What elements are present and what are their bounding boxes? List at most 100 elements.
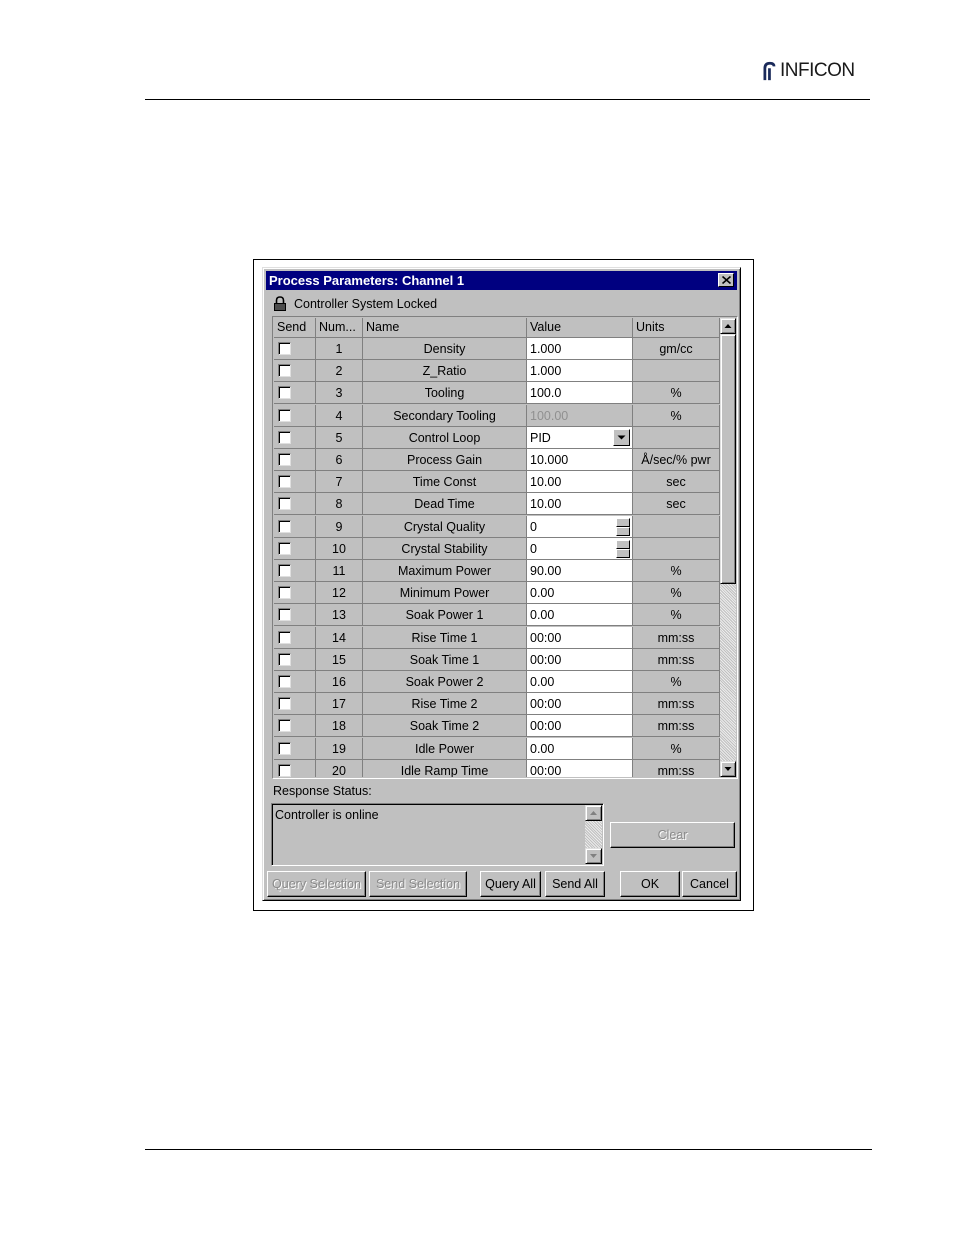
value-cell[interactable]: 00:00 — [527, 626, 633, 649]
value-text[interactable]: 0 — [530, 520, 537, 534]
value-text[interactable]: 00:00 — [530, 631, 561, 645]
value-cell[interactable]: 1.000 — [527, 360, 633, 383]
value-cell[interactable]: 0.00 — [527, 671, 633, 693]
column-header-name[interactable]: Name — [363, 318, 527, 338]
value-cell[interactable]: 00:00 — [527, 759, 633, 777]
table-row[interactable]: 9 Crystal Quality 0 — [274, 515, 720, 538]
clear-button[interactable]: Clear — [610, 822, 735, 848]
send-checkbox[interactable] — [278, 408, 291, 422]
value-cell[interactable]: 10.00 — [527, 471, 633, 494]
value-cell[interactable]: 0 — [527, 515, 633, 538]
table-row[interactable]: 15 Soak Time 1 00:00 mm:ss — [274, 648, 720, 671]
value-text[interactable]: 100.00 — [530, 409, 568, 423]
table-row[interactable]: 4 Secondary Tooling 100.00% — [274, 404, 720, 427]
value-text[interactable]: 90.00 — [530, 564, 561, 578]
value-text[interactable]: 0.00 — [530, 586, 554, 600]
spin-control[interactable] — [616, 517, 630, 536]
send-checkbox[interactable] — [278, 564, 291, 577]
value-cell[interactable]: 00:00 — [527, 648, 633, 671]
dropdown-button[interactable] — [613, 428, 630, 446]
spin-down-button[interactable] — [616, 548, 630, 558]
value-text[interactable]: 100.0 — [530, 386, 561, 400]
send-checkbox[interactable] — [278, 608, 291, 622]
table-row[interactable]: 14 Rise Time 1 00:00 mm:ss — [274, 626, 720, 649]
value-cell[interactable]: 1.000 — [527, 338, 633, 360]
ok-button[interactable]: OK — [620, 871, 680, 897]
value-text[interactable]: 1.000 — [530, 364, 561, 378]
column-header-num[interactable]: Num... — [316, 318, 363, 338]
table-row[interactable]: 6 Process Gain 10.000 Å/sec/% pwr — [274, 449, 720, 471]
value-text[interactable]: 10.00 — [530, 475, 561, 489]
table-row[interactable]: 1 Density 1.000 gm/cc — [274, 338, 720, 360]
spin-up-button[interactable] — [616, 539, 630, 554]
send-checkbox[interactable] — [278, 741, 291, 755]
column-header-value[interactable]: Value — [527, 318, 633, 338]
send-checkbox[interactable] — [278, 497, 291, 511]
table-row[interactable]: 3 Tooling 100.0% — [274, 382, 720, 405]
value-text[interactable]: 1.000 — [530, 342, 561, 356]
send-checkbox[interactable] — [278, 342, 291, 355]
scroll-thumb[interactable] — [720, 334, 736, 584]
send-selection-button[interactable]: Send Selection — [369, 871, 467, 897]
value-text[interactable]: 00:00 — [530, 697, 561, 711]
value-cell[interactable]: 0.00 — [527, 582, 633, 605]
value-text[interactable]: 00:00 — [530, 764, 561, 777]
table-row[interactable]: 10 Crystal Stability 0 — [274, 537, 720, 560]
table-row[interactable]: 2 Z_Ratio 1.000 — [274, 360, 720, 383]
value-cell[interactable]: 0 — [527, 537, 633, 560]
value-cell[interactable]: 10.00 — [527, 493, 633, 516]
send-checkbox[interactable] — [278, 652, 291, 666]
query-selection-button[interactable]: Query Selection — [267, 871, 366, 897]
send-checkbox[interactable] — [278, 475, 291, 489]
table-row[interactable]: 18 Soak Time 2 00:00 mm:ss — [274, 715, 720, 738]
value-cell[interactable]: 100.0 — [527, 382, 633, 405]
value-text[interactable]: 0 — [530, 542, 537, 556]
value-cell[interactable]: 90.00 — [527, 560, 633, 582]
spin-down-button[interactable] — [616, 526, 630, 536]
table-row[interactable]: 13 Soak Power 1 0.00% — [274, 604, 720, 627]
column-header-send[interactable]: Send — [274, 318, 316, 338]
value-cell[interactable]: PID — [527, 426, 633, 449]
send-checkbox[interactable] — [278, 675, 291, 688]
table-row[interactable]: 12 Minimum Power 0.00% — [274, 582, 720, 605]
send-checkbox[interactable] — [278, 453, 291, 466]
close-button[interactable] — [718, 273, 734, 287]
value-cell[interactable]: 00:00 — [527, 693, 633, 716]
send-checkbox[interactable] — [278, 586, 291, 600]
spin-up-button[interactable] — [616, 517, 630, 532]
response-status-box[interactable]: Controller is online — [271, 803, 604, 866]
table-row[interactable]: 20 Idle Ramp Time 00:00 mm:ss — [274, 759, 720, 777]
send-checkbox[interactable] — [278, 719, 291, 733]
response-scroll-up-button[interactable] — [585, 805, 602, 821]
response-scrollbar[interactable] — [585, 805, 602, 864]
value-text[interactable]: 00:00 — [530, 719, 561, 733]
send-all-button[interactable]: Send All — [545, 871, 605, 897]
spin-control[interactable] — [616, 539, 630, 558]
scroll-up-button[interactable] — [720, 318, 736, 334]
value-cell[interactable]: 00:00 — [527, 715, 633, 738]
send-checkbox[interactable] — [278, 697, 291, 711]
value-text[interactable]: 10.000 — [530, 453, 568, 467]
dialog-titlebar[interactable]: Process Parameters: Channel 1 — [266, 271, 737, 290]
value-text[interactable]: PID — [530, 431, 551, 445]
table-row[interactable]: 5 Control Loop PID — [274, 426, 720, 449]
response-scroll-down-button[interactable] — [585, 848, 602, 864]
cancel-button[interactable]: Cancel — [682, 871, 737, 897]
value-text[interactable]: 00:00 — [530, 653, 561, 667]
send-checkbox[interactable] — [278, 541, 291, 555]
value-cell[interactable]: 10.000 — [527, 449, 633, 471]
table-row[interactable]: 7 Time Const 10.00 sec — [274, 471, 720, 494]
value-text[interactable]: 0.00 — [530, 742, 554, 756]
scroll-down-button[interactable] — [720, 761, 736, 777]
send-checkbox[interactable] — [278, 519, 291, 533]
value-text[interactable]: 0.00 — [530, 675, 554, 689]
table-row[interactable]: 17 Rise Time 2 00:00 mm:ss — [274, 693, 720, 716]
grid-vertical-scrollbar[interactable] — [720, 318, 736, 777]
table-row[interactable]: 11 Maximum Power 90.00% — [274, 560, 720, 582]
send-checkbox[interactable] — [278, 386, 291, 400]
send-checkbox[interactable] — [278, 763, 291, 777]
send-checkbox[interactable] — [278, 364, 291, 378]
value-cell[interactable]: 0.00 — [527, 737, 633, 760]
table-row[interactable]: 8 Dead Time 10.00 sec — [274, 493, 720, 516]
value-text[interactable]: 0.00 — [530, 608, 554, 622]
